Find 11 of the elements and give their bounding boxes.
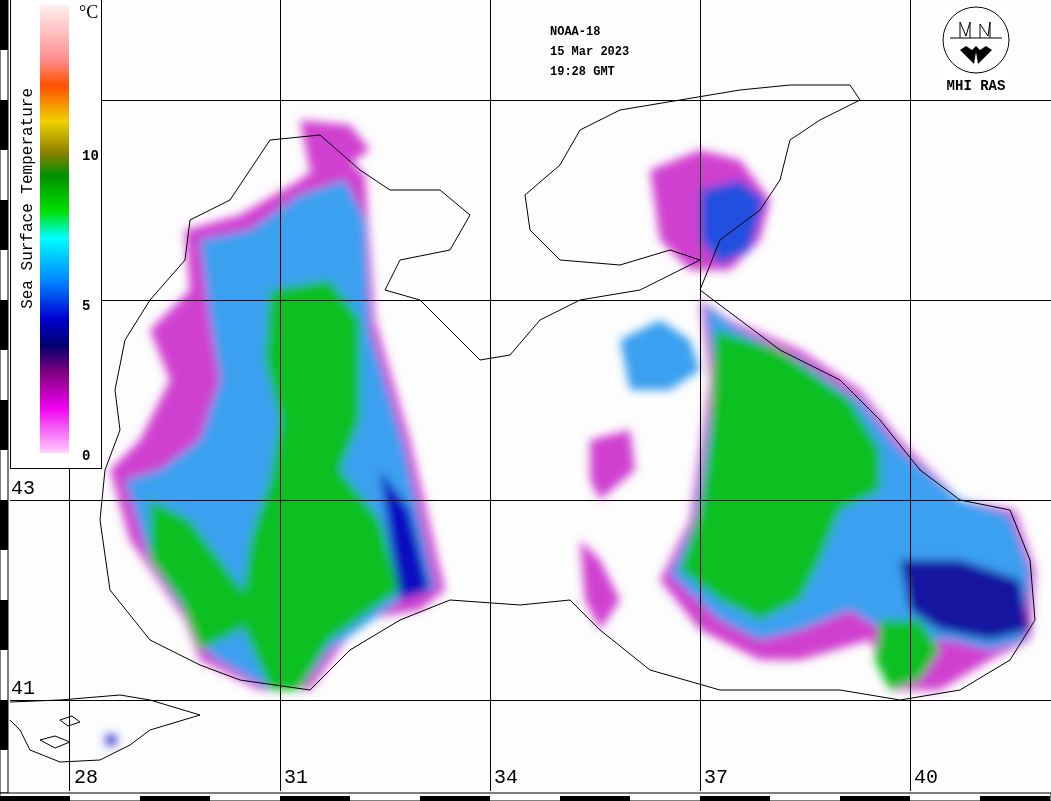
legend-title: Sea Surface Temperature [19, 88, 37, 309]
unit-label: °C [79, 2, 99, 23]
longitude-label: 34 [494, 766, 518, 789]
longitude-label: 40 [914, 766, 938, 789]
header-text: 19:28 GMT [550, 64, 615, 81]
header-text: 15 Mar 2023 [550, 44, 630, 61]
logo-caption: MHI RAS [946, 78, 1006, 94]
longitude-label: 37 [704, 766, 728, 789]
longitude-label: 28 [74, 766, 98, 789]
longitude-label: 31 [284, 766, 308, 789]
header-text: NOAA-18 [550, 24, 601, 41]
